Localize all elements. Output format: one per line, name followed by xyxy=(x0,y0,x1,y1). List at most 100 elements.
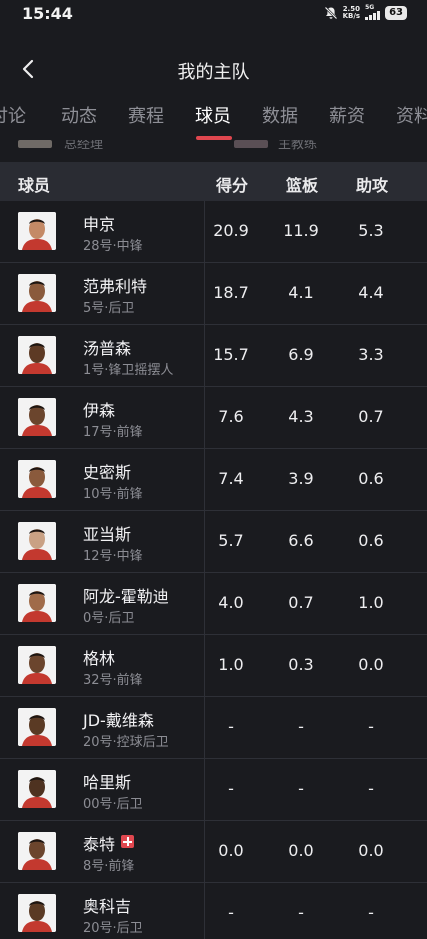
table-row[interactable]: 阿龙-霍勒迪 0号·后卫 4.0 0.7 1.0 xyxy=(0,573,427,635)
stat-rebounds: - xyxy=(298,779,304,798)
nav-bar: 我的主队 xyxy=(0,50,427,88)
table-row[interactable]: 伊森 17号·前锋 7.6 4.3 0.7 xyxy=(0,387,427,449)
table-row[interactable]: 奥科吉 20号·后卫 - - - xyxy=(0,883,427,939)
player-number-position: 0号·后卫 xyxy=(83,611,135,626)
player-name-text: 格林 xyxy=(83,649,116,668)
player-number-position: 10号·前锋 xyxy=(83,487,143,502)
stat-points: - xyxy=(228,717,234,736)
player-avatar xyxy=(18,894,56,932)
stat-assists: 0.7 xyxy=(358,407,384,426)
tab-bar: 讨论 动态 赛程 球员 数据 薪资 资料 xyxy=(0,100,427,140)
player-name: JD-戴维森 xyxy=(83,707,154,731)
tab-discussion[interactable]: 讨论 xyxy=(0,102,26,128)
stat-points: 20.9 xyxy=(213,221,249,240)
player-avatar xyxy=(18,646,56,684)
player-avatar xyxy=(18,274,56,312)
table-header: 球员 得分 篮板 助攻 xyxy=(0,162,427,201)
stat-rebounds: 6.6 xyxy=(288,531,314,550)
player-name-text: 亚当斯 xyxy=(83,525,132,544)
coach-label: 主教练 xyxy=(278,140,318,152)
player-number-position: 17号·前锋 xyxy=(83,425,143,440)
stat-assists: 0.6 xyxy=(358,469,384,488)
stat-points: 5.7 xyxy=(218,531,244,550)
player-name: 范弗利特 xyxy=(83,273,147,297)
player-number-position: 8号·前锋 xyxy=(83,859,135,874)
player-name: 申京 xyxy=(83,211,115,235)
cellular-signal-icon: 5G xyxy=(365,5,381,20)
player-avatar xyxy=(18,212,56,250)
player-name-text: 史密斯 xyxy=(83,463,132,482)
table-row[interactable]: 范弗利特 5号·后卫 18.7 4.1 4.4 xyxy=(0,263,427,325)
player-number-position: 28号·中锋 xyxy=(83,239,143,254)
table-row[interactable]: 哈里斯 00号·后卫 - - - xyxy=(0,759,427,821)
gm-label: 总经理 xyxy=(64,140,104,152)
player-name-text: 泰特 xyxy=(83,835,116,854)
player-name-text: 哈里斯 xyxy=(83,773,132,792)
stat-points: 1.0 xyxy=(218,655,244,674)
stat-assists: 0.0 xyxy=(358,655,384,674)
page-title: 我的主队 xyxy=(177,62,250,83)
player-name-text: 汤普森 xyxy=(83,339,132,358)
battery-icon: 63 xyxy=(385,5,407,20)
player-avatar xyxy=(18,336,56,374)
player-number-position: 1号·锋卫摇摆人 xyxy=(83,363,174,378)
player-number-position: 20号·控球后卫 xyxy=(83,735,169,750)
player-name: 伊森 xyxy=(83,397,115,421)
player-avatar xyxy=(18,460,56,498)
stat-points: 7.6 xyxy=(218,407,244,426)
tab-profile[interactable]: 资料 xyxy=(396,102,427,128)
status-time: 15:44 xyxy=(22,4,73,23)
player-name: 亚当斯 xyxy=(83,521,131,545)
stat-rebounds: 0.3 xyxy=(288,655,314,674)
stat-assists: 3.3 xyxy=(358,345,384,364)
table-row[interactable]: 史密斯 10号·前锋 7.4 3.9 0.6 xyxy=(0,449,427,511)
bell-mute-icon xyxy=(324,6,337,19)
stat-rebounds: 4.1 xyxy=(288,283,314,302)
stat-points: - xyxy=(228,903,234,922)
coach-photo xyxy=(234,140,268,148)
player-number-position: 32号·前锋 xyxy=(83,673,143,688)
tab-players[interactable]: 球员 xyxy=(195,102,231,128)
stat-assists: 4.4 xyxy=(358,283,384,302)
player-name-text: 申京 xyxy=(83,215,116,234)
stat-rebounds: 0.7 xyxy=(288,593,314,612)
header-points[interactable]: 得分 xyxy=(216,172,248,196)
tab-schedule[interactable]: 赛程 xyxy=(128,102,164,128)
injury-cross-icon xyxy=(121,835,135,848)
stat-assists: - xyxy=(368,717,374,736)
tab-salary[interactable]: 薪资 xyxy=(329,102,365,128)
player-avatar xyxy=(18,832,56,870)
stat-points: 18.7 xyxy=(213,283,249,302)
table-row[interactable]: 格林 32号·前锋 1.0 0.3 0.0 xyxy=(0,635,427,697)
table-row[interactable]: 申京 28号·中锋 20.9 11.9 5.3 xyxy=(0,201,427,263)
stat-rebounds: 6.9 xyxy=(288,345,314,364)
player-number-position: 5号·后卫 xyxy=(83,301,135,316)
player-name: 格林 xyxy=(83,645,115,669)
player-name-text: 范弗利特 xyxy=(83,277,148,296)
staff-strip: 总经理 主教练 xyxy=(0,140,427,162)
tab-stats[interactable]: 数据 xyxy=(262,102,298,128)
player-name: 汤普森 xyxy=(83,335,131,359)
player-avatar xyxy=(18,708,56,746)
stat-rebounds: 3.9 xyxy=(288,469,314,488)
table-row[interactable]: JD-戴维森 20号·控球后卫 - - - xyxy=(0,697,427,759)
stat-assists: 1.0 xyxy=(358,593,384,612)
header-player: 球员 xyxy=(18,176,51,195)
header-rebounds[interactable]: 篮板 xyxy=(286,172,318,196)
table-row[interactable]: 亚当斯 12号·中锋 5.7 6.6 0.6 xyxy=(0,511,427,573)
player-number-position: 00号·后卫 xyxy=(83,797,143,812)
stat-rebounds: 4.3 xyxy=(288,407,314,426)
header-assists[interactable]: 助攻 xyxy=(356,172,388,196)
stat-rebounds: - xyxy=(298,717,304,736)
player-avatar xyxy=(18,584,56,622)
stat-assists: - xyxy=(368,903,374,922)
table-row[interactable]: 泰特 8号·前锋 0.0 0.0 0.0 xyxy=(0,821,427,883)
gm-photo xyxy=(18,140,52,148)
player-avatar xyxy=(18,522,56,560)
stat-assists: 0.6 xyxy=(358,531,384,550)
stat-assists: 0.0 xyxy=(358,841,384,860)
table-row[interactable]: 汤普森 1号·锋卫摇摆人 15.7 6.9 3.3 xyxy=(0,325,427,387)
stat-assists: - xyxy=(368,779,374,798)
tab-news[interactable]: 动态 xyxy=(61,102,97,128)
player-avatar xyxy=(18,398,56,436)
